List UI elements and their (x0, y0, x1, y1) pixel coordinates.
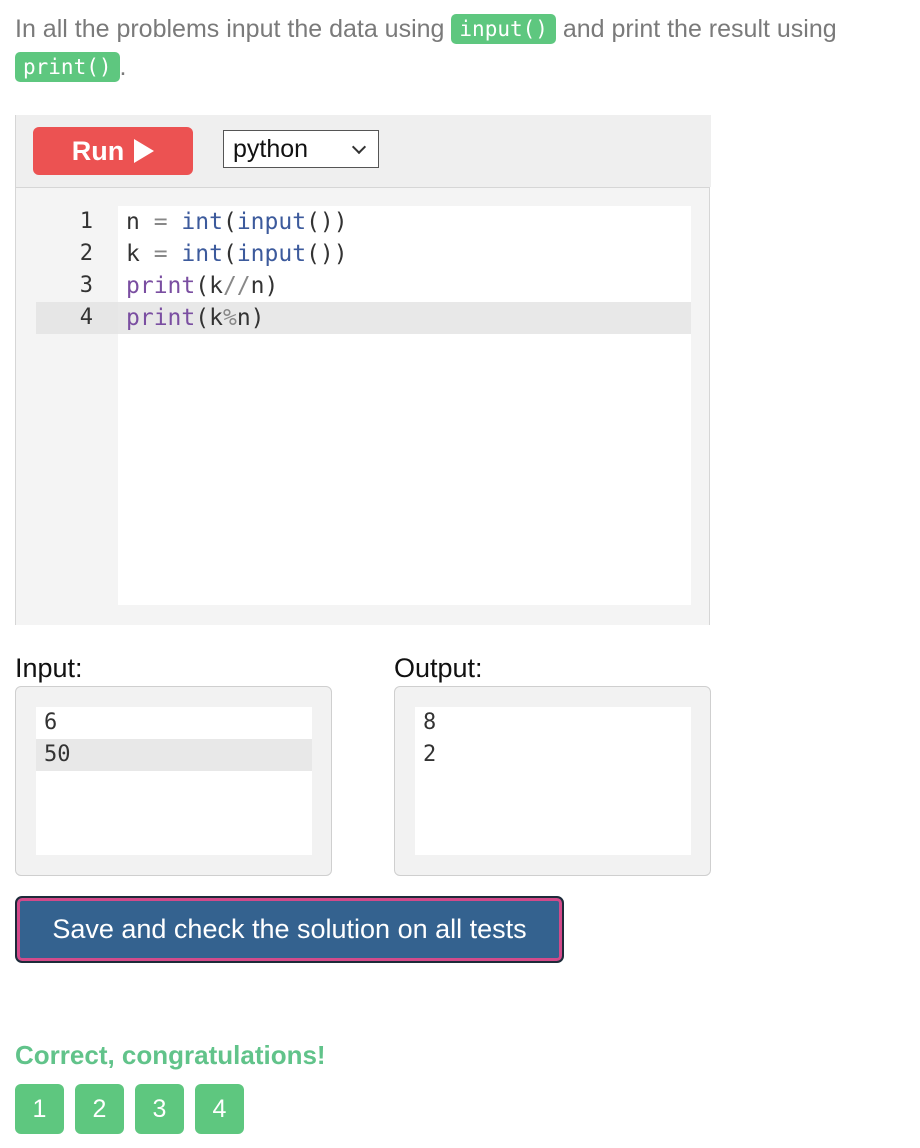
code-token: int (181, 209, 223, 235)
result-message: Correct, congratulations! (15, 1040, 326, 1070)
line-number-active: 4 (36, 302, 118, 334)
code-line: k = int(input()) (118, 238, 691, 270)
input-function-chip: input() (451, 14, 556, 44)
code-token: print (126, 273, 196, 299)
code-token: % (222, 305, 237, 331)
instructions-text-3: . (119, 53, 127, 81)
code-token: ( (222, 209, 237, 235)
test-badge-4[interactable]: 4 (195, 1084, 244, 1134)
line-number: 2 (79, 241, 93, 266)
code-token: ()) (306, 241, 348, 267)
line-number: 3 (79, 273, 93, 298)
instructions-text-2: and print the result using (562, 15, 837, 43)
input-label: Input: (15, 653, 83, 683)
code-line-active: print(k%n) (118, 302, 691, 334)
save-and-check-button[interactable]: Save and check the solution on all tests (15, 896, 564, 963)
chevron-down-icon (351, 139, 367, 155)
code-token: n (126, 209, 140, 235)
code-token: print (126, 305, 196, 331)
print-function-chip: print() (15, 52, 120, 82)
instructions-text-1: In all the problems input the data using (15, 15, 445, 43)
code-token: int (181, 241, 223, 267)
test-badge-2[interactable]: 2 (75, 1084, 124, 1134)
play-icon (134, 139, 155, 163)
code-area[interactable]: 1 2 3 4 n = int(input()) k = int(input()… (16, 187, 709, 625)
code-text[interactable]: n = int(input()) k = int(input()) print(… (118, 206, 691, 605)
code-line: n = int(input()) (118, 206, 691, 238)
code-token: ( (222, 241, 237, 267)
language-value: python (233, 135, 309, 163)
problem-instructions: In all the problems input the data using… (15, 10, 895, 86)
editor-toolbar: Run python (16, 115, 711, 187)
output-line: 8 (423, 710, 437, 735)
code-token: = (139, 241, 182, 267)
input-panel: 6 50 (15, 686, 332, 876)
language-select[interactable]: python (223, 130, 379, 168)
test-results: 1 2 3 4 (15, 1084, 244, 1134)
test-badge-3[interactable]: 3 (135, 1084, 184, 1134)
output-line: 2 (423, 742, 437, 767)
code-editor-panel: Run python 1 2 3 4 n = int(input()) k = … (15, 115, 711, 625)
input-line-active: 50 (36, 739, 312, 771)
line-number-gutter: 1 2 3 4 (36, 206, 118, 606)
test-badge-1[interactable]: 1 (15, 1084, 64, 1134)
output-editor[interactable]: 8 2 (415, 707, 691, 855)
code-token: (k (195, 273, 223, 299)
code-token: input (236, 209, 307, 235)
code-token: (k (195, 305, 223, 331)
output-panel: 8 2 (394, 686, 711, 876)
code-token: // (222, 273, 251, 299)
code-token: input (236, 241, 307, 267)
run-button[interactable]: Run (33, 127, 193, 175)
code-token: ()) (306, 209, 348, 235)
code-token: n) (236, 305, 265, 331)
line-number: 1 (79, 209, 93, 234)
code-token: n) (250, 273, 279, 299)
output-label: Output: (394, 653, 483, 683)
code-token: k (126, 241, 140, 267)
code-token: = (139, 209, 182, 235)
input-line: 6 (44, 710, 58, 735)
input-editor[interactable]: 6 50 (36, 707, 312, 855)
code-line: print(k//n) (118, 270, 691, 302)
run-label: Run (71, 135, 125, 166)
